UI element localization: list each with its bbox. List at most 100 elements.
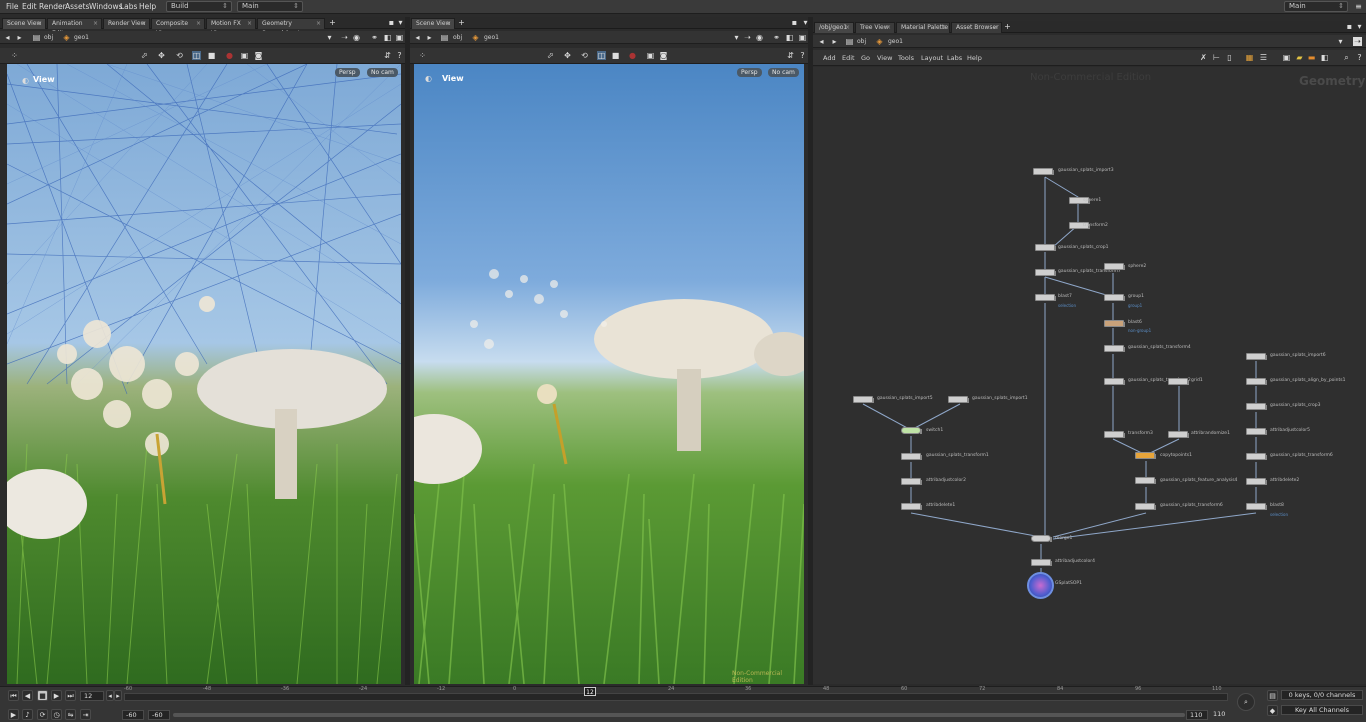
menu-help[interactable]: Help	[139, 2, 156, 11]
node-gaussian-splats-transform6[interactable]	[1135, 503, 1156, 510]
range-icon[interactable]: ◷	[51, 709, 62, 720]
range-start-field-2[interactable]: -60	[148, 710, 170, 720]
forward-icon[interactable]: ▸	[15, 33, 24, 42]
stop-button[interactable]: ■	[37, 690, 48, 701]
net-menu-tools[interactable]: Tools	[898, 54, 914, 62]
net-menu-add[interactable]: Add	[823, 54, 836, 62]
add-tab-icon[interactable]: +	[1003, 22, 1012, 31]
tree-icon[interactable]: ⊢	[1212, 53, 1221, 62]
path-dropdown-icon[interactable]: ▾	[325, 33, 334, 42]
range-start-field[interactable]: -60	[122, 710, 144, 720]
menu-labs[interactable]: Labs	[120, 2, 137, 11]
snapshot-icon[interactable]: ▣	[240, 51, 249, 60]
node-switch1[interactable]	[901, 427, 922, 434]
node-attribadjustcolor5[interactable]	[1246, 428, 1267, 435]
node-blast6[interactable]	[1104, 320, 1125, 327]
help-icon[interactable]: ?	[395, 51, 404, 60]
menu-windows[interactable]: Windows	[89, 2, 122, 11]
time-slider[interactable]	[124, 693, 1228, 701]
menu-edit[interactable]: Edit	[22, 2, 37, 11]
help-icon[interactable]: ?	[798, 51, 807, 60]
node-gaussian-splats-import1[interactable]	[948, 396, 969, 403]
tab-geometry-spreadsheet[interactable]: Geometry Spreadsheet×	[257, 18, 325, 37]
path-dropdown-icon[interactable]: ▾	[732, 33, 741, 42]
node-gaussian-splats-align-by-points1[interactable]	[1246, 378, 1267, 385]
pane-options-icon[interactable]: ▾	[1355, 22, 1364, 31]
camera-link-icon[interactable]: ⚭	[772, 33, 781, 42]
node-copytopoints1[interactable]	[1135, 452, 1156, 459]
node-attribadjustcolor4[interactable]	[1031, 559, 1052, 566]
layout-icon[interactable]: ▣	[395, 33, 404, 42]
pin-icon[interactable]: ➝	[743, 33, 752, 42]
node-group1[interactable]	[1104, 294, 1125, 301]
link-icon[interactable]: ◉	[352, 33, 361, 42]
search-icon[interactable]: ⌕	[1342, 53, 1351, 62]
node-gsplatsop1-output[interactable]	[1027, 572, 1054, 599]
prev-key-button[interactable]: ◂	[106, 690, 114, 701]
frame-marker[interactable]: 12	[584, 687, 596, 696]
tab-motion-fx-view[interactable]: Motion FX View×	[206, 18, 256, 37]
loop-icon[interactable]: ⟳	[37, 709, 48, 720]
layout-icon[interactable]: ▣	[798, 33, 807, 42]
note-icon[interactable]: ▯	[1225, 53, 1234, 62]
key-all-channels-button[interactable]: Key All Channels	[1281, 705, 1363, 715]
step-icon[interactable]: ⇥	[80, 709, 91, 720]
grid-dots-icon[interactable]: ⁘	[418, 51, 427, 60]
desktop-dropdown[interactable]: Main ⇕	[237, 1, 303, 12]
path-obj[interactable]: obj	[44, 34, 53, 41]
add-tab-icon[interactable]: +	[457, 18, 466, 27]
ghost-icon[interactable]: ◫	[597, 51, 606, 60]
node-attribdelete2[interactable]	[1246, 478, 1267, 485]
list-view-icon[interactable]: ☰	[1259, 53, 1268, 62]
select-icon[interactable]: ⬀	[546, 51, 555, 60]
pane-menu-icon[interactable]: ▪	[387, 18, 396, 27]
current-frame-field[interactable]: 12	[80, 691, 104, 701]
tab-scene-view-left[interactable]: Scene View ×	[2, 18, 46, 29]
range-end-field[interactable]: 110	[1186, 710, 1208, 720]
node-gaussian-splats-transform4[interactable]	[1104, 345, 1125, 352]
key-icon[interactable]: ◆	[1267, 705, 1278, 716]
pane-divider-left[interactable]	[405, 17, 410, 685]
rotate-icon[interactable]: ⟲	[580, 51, 589, 60]
node-attribadjustcolor2[interactable]	[901, 478, 922, 485]
node-sphere2[interactable]	[1104, 263, 1125, 270]
net-menu-view[interactable]: View	[877, 54, 892, 62]
record-icon[interactable]: ●	[225, 51, 234, 60]
node-gaussian-splats-import6[interactable]	[1246, 353, 1267, 360]
wire-icon[interactable]: ■	[207, 51, 216, 60]
move-icon[interactable]: ✥	[157, 51, 166, 60]
forward-icon[interactable]: ▸	[830, 37, 839, 46]
path-geo[interactable]: geo1	[888, 38, 903, 45]
audio-icon[interactable]: ♪	[22, 709, 33, 720]
menu-assets[interactable]: Assets	[65, 2, 89, 11]
play-reverse-button[interactable]: ◀	[22, 690, 33, 701]
node-merge1[interactable]	[1031, 535, 1052, 542]
node-blast8[interactable]	[1246, 503, 1267, 510]
workspace-dropdown[interactable]: Main ⇕	[1284, 1, 1348, 12]
menu-render[interactable]: Render	[39, 2, 66, 11]
menu-file[interactable]: File	[6, 2, 19, 11]
pin-icon[interactable]: ➝	[1353, 37, 1362, 46]
tab-network-geo1[interactable]: /obj/geo1 ×	[814, 22, 854, 33]
pane-menu-icon[interactable]: ▪	[790, 18, 799, 27]
grid-dots-icon[interactable]: ⁘	[10, 51, 19, 60]
tab-animation-editor[interactable]: Animation Editor×	[47, 18, 102, 37]
network-editor[interactable]: Non-Commercial Edition Geometry gaussian…	[813, 67, 1366, 684]
ghost-icon[interactable]: ◫	[192, 51, 201, 60]
path-obj[interactable]: obj	[453, 34, 462, 41]
persp-menu-left[interactable]: Persp	[335, 68, 360, 77]
node-grid1[interactable]	[1168, 378, 1189, 385]
node-gaussian-splats-transform1[interactable]	[901, 453, 922, 460]
tab-composite-view[interactable]: Composite View×	[151, 18, 205, 37]
link-icon[interactable]: ◉	[755, 33, 764, 42]
pane-menu-icon[interactable]: ▪	[1345, 22, 1354, 31]
add-tab-icon[interactable]: +	[328, 18, 337, 27]
node-attribdelete1[interactable]	[901, 503, 922, 510]
net-menu-layout[interactable]: Layout	[921, 54, 943, 62]
visibility-icon[interactable]: ⇵	[383, 51, 392, 60]
cam-menu-left[interactable]: No cam	[367, 68, 398, 77]
tab-tree-view[interactable]: Tree View ×	[855, 22, 895, 33]
camera-icon[interactable]: ◙	[254, 51, 263, 60]
display-icon[interactable]: ◧	[785, 33, 794, 42]
folder-icon[interactable]: ▬	[1307, 53, 1316, 62]
